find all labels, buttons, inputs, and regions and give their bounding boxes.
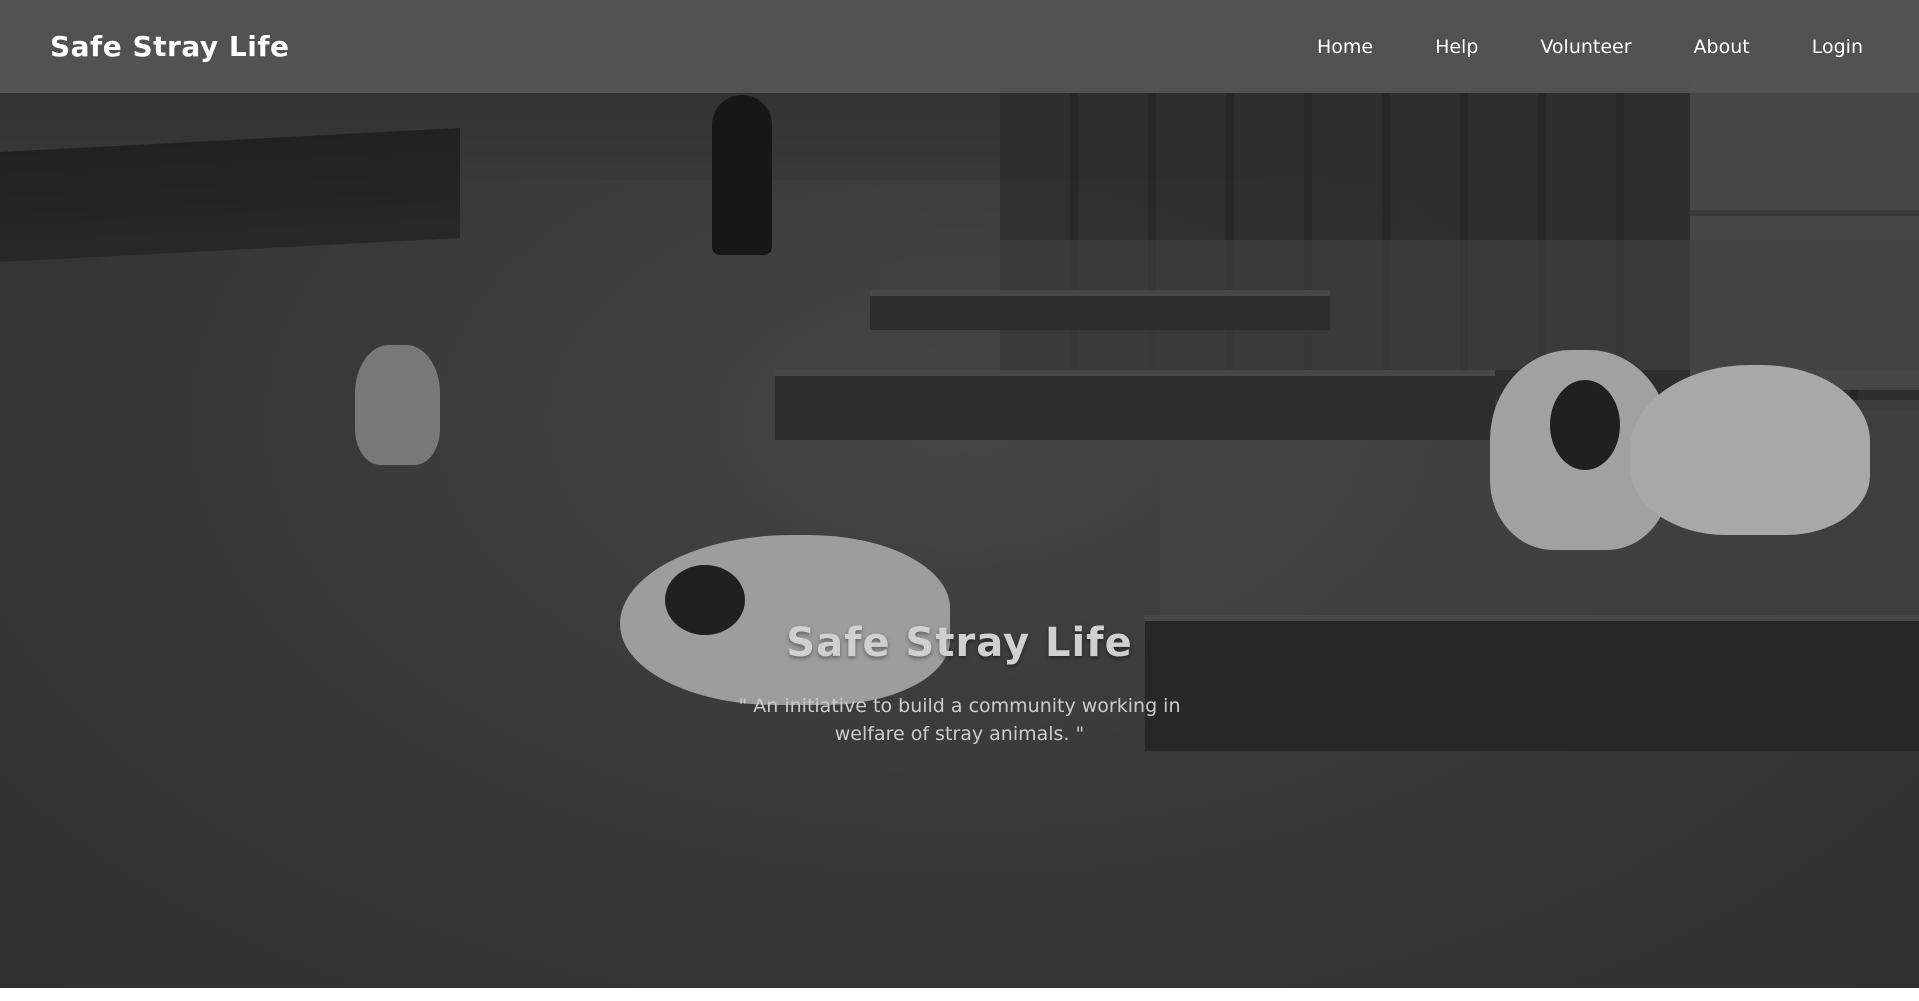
hero-tagline: " An initiative to build a community wor… bbox=[738, 695, 1181, 745]
hero-text-block: Safe Stray Life " An initiative to build… bbox=[0, 620, 1919, 748]
nav-link-login[interactable]: Login bbox=[1812, 36, 1863, 58]
top-navbar: Safe Stray Life Home Help Volunteer Abou… bbox=[0, 0, 1919, 93]
nav-link-about[interactable]: About bbox=[1694, 36, 1750, 58]
nav-link-help[interactable]: Help bbox=[1435, 36, 1478, 58]
hero-dark-overlay bbox=[0, 0, 1919, 988]
hero-section: Safe Stray Life " An initiative to build… bbox=[0, 0, 1919, 988]
nav-link-home[interactable]: Home bbox=[1317, 36, 1373, 58]
nav-links: Home Help Volunteer About Login bbox=[1317, 36, 1869, 58]
nav-link-volunteer[interactable]: Volunteer bbox=[1540, 36, 1631, 58]
hero-title: Safe Stray Life bbox=[786, 620, 1133, 666]
brand-logo-link[interactable]: Safe Stray Life bbox=[50, 30, 289, 63]
